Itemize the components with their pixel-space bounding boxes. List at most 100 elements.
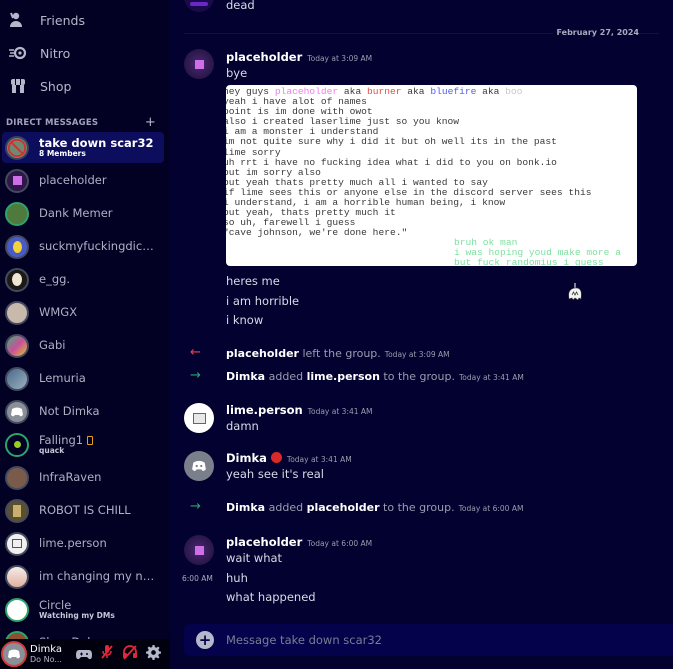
avatar [5, 366, 29, 391]
system-target[interactable]: lime.person [307, 370, 380, 383]
hover-timestamp: 6:00 AM [182, 574, 213, 583]
avatar [5, 168, 29, 193]
discord-app: Friends Nitro Shop DIRECT MESSAGES + tak… [0, 0, 673, 669]
dm-item[interactable]: ROBOT IS CHILL [2, 495, 164, 526]
user-settings-button[interactable] [144, 644, 162, 664]
user-status: Do No... [30, 655, 62, 665]
avatar[interactable] [184, 403, 214, 433]
avatar [5, 300, 29, 325]
message-timestamp: Today at 3:41 AM [458, 373, 524, 382]
message-text: dead [226, 0, 255, 12]
deafen-button[interactable] [121, 645, 139, 663]
avatar [5, 531, 29, 556]
attachment-line: but fuck randomius i guess [454, 257, 604, 266]
message-composer: + [184, 624, 673, 656]
message-input[interactable] [226, 633, 646, 647]
avatar [5, 432, 29, 457]
dm-name: WMGX [39, 306, 78, 319]
system-actor[interactable]: Dimka [226, 501, 265, 514]
nav-label: Shop [40, 78, 72, 94]
dm-name: placeholder [39, 174, 107, 187]
attachment-line: im not quite sure why i did it but oh we… [226, 136, 557, 148]
system-message-add: → Dimka added lime.person to the group. … [190, 368, 524, 383]
user-avatar[interactable] [1, 641, 27, 667]
nav-label: Friends [40, 12, 85, 28]
system-text: to the group. [383, 370, 455, 383]
dm-item[interactable]: Dank Memer [2, 198, 164, 229]
dm-item[interactable]: im changing my name... [2, 561, 164, 592]
dm-header-label: DIRECT MESSAGES [6, 117, 99, 128]
add-attachment-button[interactable]: + [196, 631, 214, 649]
gear-icon [145, 644, 161, 664]
date-divider-label: February 27, 2024 [552, 28, 639, 37]
alias-boo: boo [505, 86, 523, 97]
system-verb: added [268, 501, 304, 514]
dm-item[interactable]: Falling1 quack [2, 429, 164, 460]
dm-name: Dank Memer [39, 207, 113, 220]
avatar[interactable] [184, 451, 214, 481]
dm-item[interactable]: Gabi [2, 330, 164, 361]
chat-area: dead February 27, 2024 placeholder Today… [170, 0, 673, 669]
system-actor[interactable]: Dimka [226, 370, 265, 383]
shop-icon [8, 76, 28, 96]
nav-friends[interactable]: Friends [8, 5, 164, 35]
avatar[interactable] [184, 535, 214, 565]
avatar [5, 399, 29, 424]
dm-item-take-down-scar32[interactable]: take down scar32 8 Members [2, 132, 164, 163]
dm-name: InfraRaven [39, 471, 102, 484]
join-arrow-icon: → [190, 368, 201, 383]
dm-item[interactable]: e_gg. [2, 264, 164, 295]
message-text: i am horrible [226, 294, 300, 308]
message-author[interactable]: Dimka [226, 451, 267, 465]
dm-name: Circle [39, 599, 72, 612]
dm-name: take down scar32 [39, 137, 154, 150]
message-author[interactable]: placeholder [226, 50, 302, 64]
gamepad-icon [76, 645, 92, 664]
dm-name: e_gg. [39, 273, 71, 286]
dm-item[interactable]: WMGX [2, 297, 164, 328]
dm-name: lime.person [39, 537, 107, 550]
system-message-add: → Dimka added placeholder to the group. … [190, 499, 523, 514]
nav-nitro[interactable]: Nitro [8, 38, 164, 68]
mobile-icon [86, 436, 93, 446]
dm-subtext: Watching my DMs [39, 610, 115, 620]
dm-name: suckmyfuckingdickgr... [39, 240, 159, 253]
system-actor[interactable]: placeholder [226, 347, 299, 360]
avatar [5, 201, 29, 226]
dm-name: Gabi [39, 339, 66, 352]
message-text: wait what [226, 551, 283, 565]
message-header: lime.person Today at 3:41 AM [226, 403, 373, 417]
message-header: Dimka Today at 3:41 AM [226, 451, 352, 465]
message-header: placeholder Today at 3:09 AM [226, 50, 372, 64]
message-text: heres me [226, 274, 280, 288]
leave-arrow-icon: ← [190, 345, 201, 360]
nav-label: Nitro [40, 45, 71, 61]
message-header: placeholder Today at 6:00 AM [226, 535, 372, 549]
dm-item[interactable]: suckmyfuckingdickgr... [2, 231, 164, 262]
avatar [5, 597, 29, 622]
image-attachment[interactable]: hey guys placeholder aka burner aka blue… [226, 85, 637, 266]
message-author[interactable]: lime.person [226, 403, 303, 417]
avatar [5, 267, 29, 292]
mute-button[interactable] [98, 645, 116, 663]
dm-item[interactable]: Lemuria [2, 363, 164, 394]
create-dm-button[interactable]: + [145, 115, 156, 130]
dm-item[interactable]: placeholder [2, 165, 164, 196]
role-badge-icon [270, 452, 282, 463]
avatar [5, 333, 29, 358]
message-author[interactable]: placeholder [226, 535, 302, 549]
plus-icon: + [198, 630, 212, 649]
dm-item[interactable]: Circle Watching my DMs [2, 594, 164, 625]
headphones-muted-icon [122, 644, 138, 664]
dm-item[interactable]: Not Dimka [2, 396, 164, 427]
system-target[interactable]: placeholder [307, 501, 380, 514]
dm-item[interactable]: lime.person [2, 528, 164, 559]
message-timestamp: Today at 3:41 AM [286, 455, 352, 464]
nav-shop[interactable]: Shop [8, 71, 164, 101]
avatar[interactable] [184, 49, 214, 79]
message-timestamp: Today at 6:00 AM [307, 539, 373, 548]
activity-button[interactable] [75, 645, 93, 663]
username: Dimka [30, 643, 62, 655]
dm-item[interactable]: InfraRaven [2, 462, 164, 493]
message-timestamp: Today at 3:41 AM [307, 407, 373, 416]
